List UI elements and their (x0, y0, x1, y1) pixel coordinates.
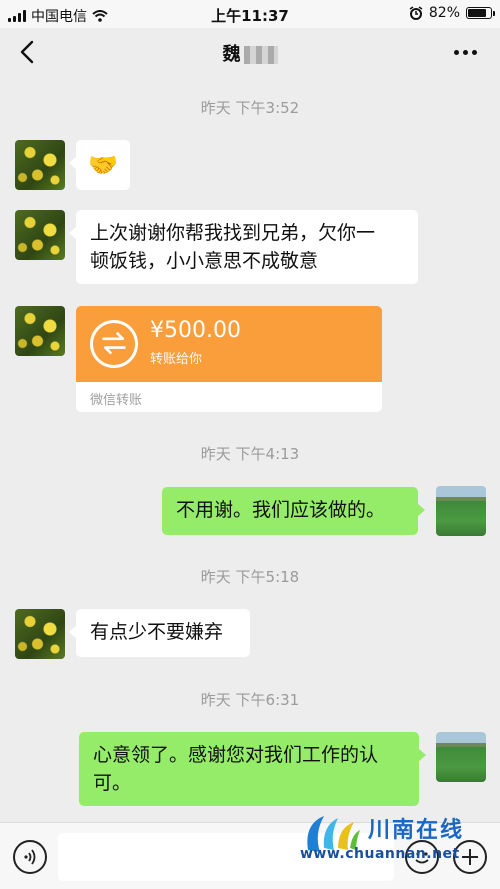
battery-icon (466, 7, 495, 19)
timestamp: 昨天 下午3:52 (200, 99, 300, 117)
transfer-footer: 微信转账 (90, 393, 143, 408)
dot-icon (463, 49, 468, 55)
my-message-bubble[interactable]: 不用谢。我们应该做的。 (162, 487, 425, 535)
text-message-bubble[interactable]: 上次谢谢你帮我找到兄弟，欠你一 顿饭钱，小小意思不成敬意 (69, 210, 418, 284)
text-message-bubble[interactable]: 有点少不要嫌弃 (69, 609, 250, 657)
alarm-clock-icon (409, 6, 423, 20)
my-avatar[interactable] (436, 732, 486, 782)
my-avatar[interactable] (436, 486, 486, 536)
handshake-emoji: 🤝 (88, 151, 118, 179)
message-line: 上次谢谢你帮我找到兄弟，欠你一 (90, 222, 376, 244)
dot-icon (454, 49, 459, 55)
my-message-bubble[interactable]: 心意领了。感谢您对我们工作的认 可。 (79, 732, 426, 806)
nav-bar: 魏 (0, 28, 500, 76)
status-bar: 中国电信 上午11:37 82% (0, 0, 500, 28)
status-right: 82% (409, 5, 495, 21)
message-line: 有点少不要嫌弃 (90, 621, 224, 643)
message-line: 可。 (93, 772, 132, 794)
contact-avatar[interactable] (15, 306, 65, 356)
site-watermark: 川南在线 www.chuannan.net (298, 806, 494, 870)
transfer-card[interactable]: ¥500.00 转账给你 微信转账 (76, 306, 382, 412)
message-line: 心意领了。感谢您对我们工作的认 (93, 744, 379, 766)
transfer-amount: ¥500.00 (150, 318, 241, 343)
battery-percent: 82% (428, 5, 460, 21)
more-options-button[interactable] (454, 42, 482, 62)
transfer-subtitle: 转账给你 (150, 352, 203, 367)
chat-title: 魏 (0, 40, 500, 66)
message-line: 顿饭钱，小小意思不成敬意 (90, 250, 319, 272)
watermark-url: www.chuannan.net (300, 846, 460, 862)
timestamp: 昨天 下午5:18 (200, 568, 300, 586)
voice-wave-icon (24, 849, 36, 865)
timestamp: 昨天 下午4:13 (200, 445, 300, 463)
watermark-name: 川南在线 (368, 818, 465, 843)
blurred-name (243, 46, 278, 64)
voice-input-button[interactable] (13, 840, 47, 874)
battery-fill (468, 9, 487, 17)
timestamp: 昨天 下午6:31 (200, 691, 300, 709)
contact-avatar[interactable] (15, 210, 65, 260)
emoji-message-bubble[interactable]: 🤝 (69, 140, 130, 190)
transfer-arrows-icon (90, 320, 138, 368)
contact-avatar[interactable] (15, 609, 65, 659)
chat-title-text: 魏 (222, 44, 241, 65)
message-line: 不用谢。我们应该做的。 (176, 499, 386, 521)
transfer-card-header: ¥500.00 转账给你 (76, 306, 382, 382)
dot-icon (472, 49, 477, 55)
contact-avatar[interactable] (15, 140, 65, 190)
